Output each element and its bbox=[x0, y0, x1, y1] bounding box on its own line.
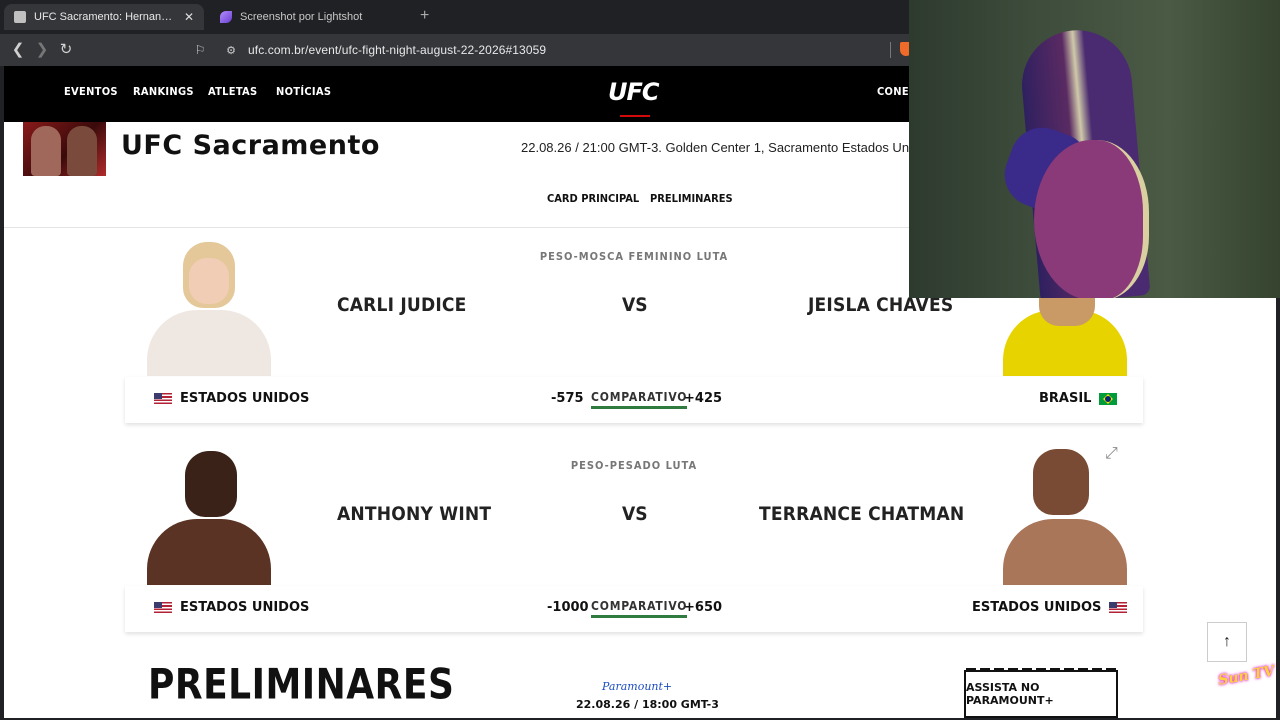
event-info: 22.08.26 / 21:00 GMT-3. Golden Center 1,… bbox=[521, 140, 933, 155]
nav-eventos[interactable]: EVENTOS bbox=[64, 85, 118, 98]
webcam-overlay bbox=[909, 0, 1280, 298]
poster-fighter-right bbox=[67, 126, 97, 176]
fighter-body bbox=[1003, 519, 1127, 585]
compare-link[interactable]: COMPARATIVO bbox=[591, 390, 688, 409]
tab-ufc-sacramento[interactable]: UFC Sacramento: Hernandez x Re ✕ bbox=[4, 4, 204, 30]
tune-icon[interactable]: ⚙ bbox=[220, 44, 242, 57]
paramount-logo: Paramount+ bbox=[602, 680, 673, 693]
br-flag-icon bbox=[1099, 392, 1118, 405]
us-flag-icon bbox=[154, 602, 172, 613]
nav-noticias[interactable]: NOTÍCIAS bbox=[276, 85, 331, 98]
fighter-head bbox=[1033, 449, 1089, 515]
country-red: ESTADOS UNIDOS bbox=[154, 600, 309, 615]
new-tab-icon[interactable]: + bbox=[420, 7, 429, 25]
fighter-face bbox=[189, 258, 229, 304]
odds-red: -1000 bbox=[547, 600, 589, 615]
fighter-body bbox=[147, 310, 271, 376]
reload-icon[interactable]: ↻ bbox=[56, 40, 76, 60]
address-bar[interactable]: ⚐ ⚙ ufc.com.br/event/ufc-fight-night-aug… bbox=[188, 38, 900, 62]
fighter-photo-blue[interactable] bbox=[995, 445, 1135, 585]
country-name: ESTADOS UNIDOS bbox=[180, 600, 310, 615]
compare-link[interactable]: COMPARATIVO bbox=[591, 599, 688, 618]
tab-preliminares[interactable]: PRELIMINARES bbox=[650, 192, 733, 205]
vs-label: VS bbox=[622, 294, 648, 316]
watch-paramount-button[interactable]: ASSISTA NO PARAMOUNT+ bbox=[964, 670, 1118, 718]
country-blue: ESTADOS UNIDOS bbox=[972, 600, 1128, 615]
fighter-name-red[interactable]: ANTHONY WINT bbox=[337, 503, 491, 525]
ufc-favicon-icon bbox=[14, 11, 26, 23]
webcam-object bbox=[1034, 140, 1149, 298]
arrow-left-icon[interactable]: ❮ bbox=[8, 40, 28, 60]
event-poster-image bbox=[23, 122, 106, 176]
odds-red: -575 bbox=[551, 391, 584, 406]
prelims-datetime: 22.08.26 / 18:00 GMT-3 bbox=[576, 698, 719, 711]
country-red: ESTADOS UNIDOS bbox=[154, 391, 309, 406]
logo-underline bbox=[620, 115, 650, 117]
weight-class: PESO-PESADO LUTA bbox=[570, 459, 698, 472]
fight-info-bar: ESTADOS UNIDOS -575 COMPARATIVO +425 BRA… bbox=[125, 377, 1143, 423]
ufc-logo[interactable]: UFC bbox=[608, 78, 659, 106]
prelims-title: PRELIMINARES bbox=[148, 660, 455, 710]
toolbar-separator bbox=[890, 42, 891, 58]
country-name: BRASIL bbox=[1039, 391, 1092, 406]
tab-title: Screenshot por Lightshot bbox=[240, 11, 363, 23]
arrow-up-icon[interactable]: ↑ bbox=[1207, 622, 1247, 662]
fighter-name-blue[interactable]: TERRANCE CHATMAN bbox=[759, 503, 964, 525]
arrow-right-icon[interactable]: ❯ bbox=[32, 40, 52, 60]
nav-rankings[interactable]: RANKINGS bbox=[133, 85, 194, 98]
tab-card-principal[interactable]: CARD PRINCIPAL bbox=[547, 192, 639, 205]
event-title: UFC Sacramento bbox=[121, 130, 380, 161]
tab-lightshot[interactable]: Screenshot por Lightshot bbox=[210, 4, 410, 30]
odds-blue: +425 bbox=[684, 391, 723, 406]
close-tab-icon[interactable]: ✕ bbox=[184, 10, 194, 24]
fight-info-bar: ESTADOS UNIDOS -1000 COMPARATIVO +650 ES… bbox=[125, 586, 1143, 632]
lightshot-feather-icon bbox=[220, 11, 232, 23]
country-blue: BRASIL bbox=[1039, 391, 1118, 406]
url-text[interactable]: ufc.com.br/event/ufc-fight-night-august-… bbox=[248, 43, 546, 57]
fighter-name-red[interactable]: CARLI JUDICE bbox=[337, 294, 467, 316]
fight-card-2: PESO-PESADO LUTA ANTHONY WINT VS TERRANC… bbox=[125, 445, 1143, 635]
expand-icon[interactable]: ⤢ bbox=[1105, 445, 1118, 463]
poster-fighter-left bbox=[31, 126, 61, 176]
fighter-body bbox=[147, 519, 271, 585]
us-flag-icon bbox=[154, 393, 172, 404]
country-name: ESTADOS UNIDOS bbox=[180, 391, 310, 406]
country-name: ESTADOS UNIDOS bbox=[972, 600, 1102, 615]
vs-label: VS bbox=[622, 503, 648, 525]
us-flag-icon bbox=[1109, 602, 1128, 613]
nav-atletas[interactable]: ATLETAS bbox=[208, 85, 257, 98]
odds-blue: +650 bbox=[684, 600, 723, 615]
tab-title: UFC Sacramento: Hernandez x Re bbox=[34, 11, 176, 23]
bookmark-icon[interactable]: ⚐ bbox=[188, 43, 212, 57]
